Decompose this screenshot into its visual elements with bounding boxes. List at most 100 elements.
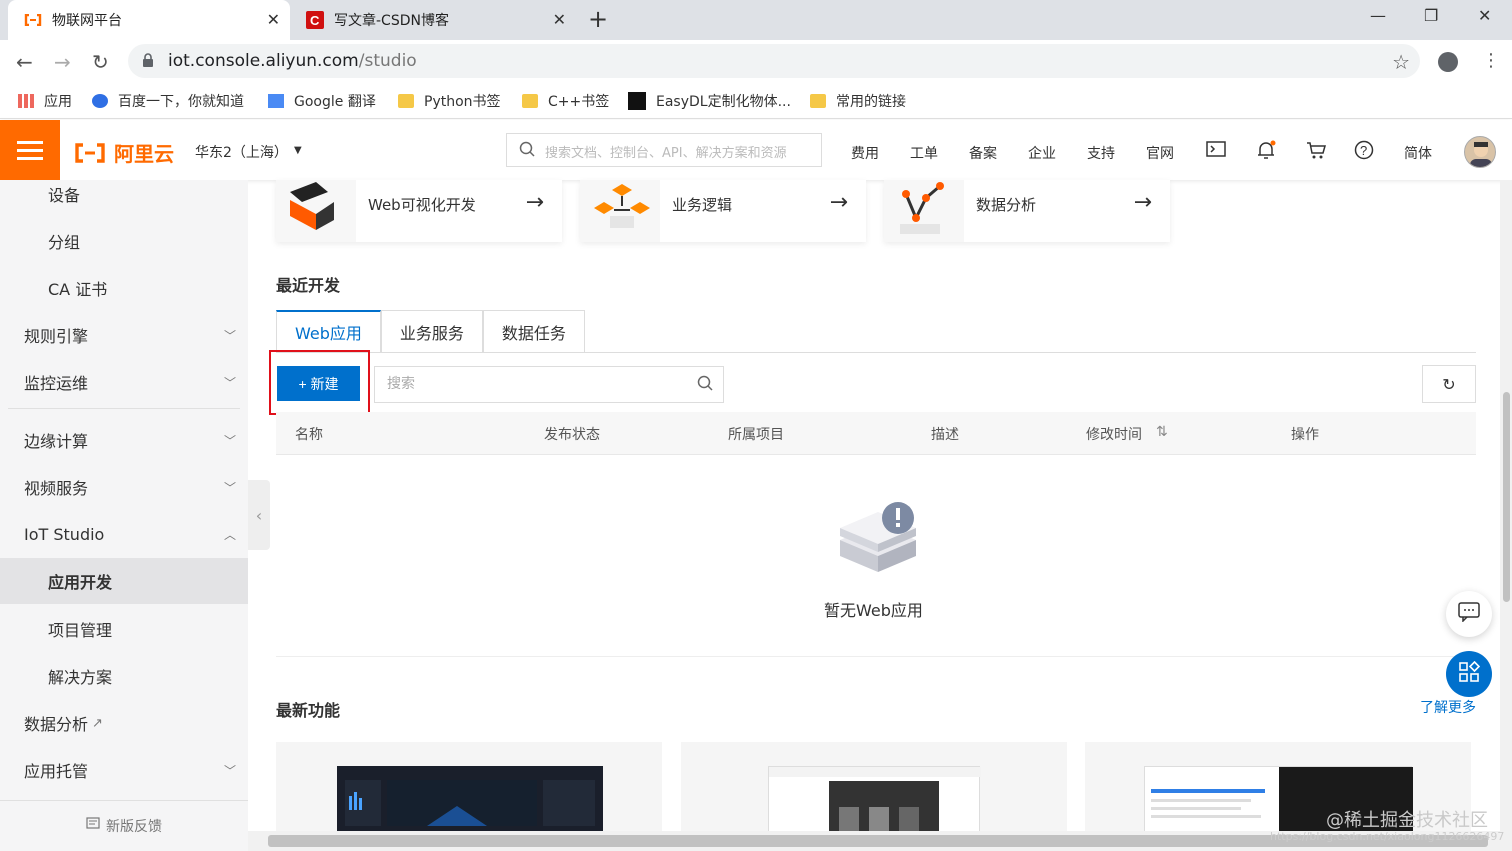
aliyun-logo-icon [75,142,105,163]
new-button[interactable]: + 新建 [277,366,360,401]
apps-fab[interactable] [1446,651,1492,697]
bookmark-star-icon[interactable]: ☆ [1392,50,1410,74]
sidebar-item-data-analysis[interactable]: 数据分析 ↗ [0,700,248,746]
sidebar-item-devices[interactable]: 设备 [0,171,248,217]
tab-data-task[interactable]: 数据任务 [482,310,585,352]
tab-title: 写文章-CSDN博客 [334,13,449,29]
search-input[interactable] [387,375,677,391]
learn-more-link[interactable]: 了解更多 [1420,697,1476,717]
sidebar-divider [8,408,240,409]
bookmark-label: 常用的链接 [836,94,906,110]
arrow-right-icon: → [525,190,544,215]
sidebar-item-projects[interactable]: 项目管理 [0,606,248,652]
avatar[interactable] [1464,136,1496,168]
sidebar-item-iot-studio[interactable]: IoT Studio ︿ [0,511,248,557]
search-icon[interactable] [697,375,713,395]
restore-icon[interactable]: ❐ [1424,6,1438,25]
sidebar-item-groups[interactable]: 分组 [0,218,248,264]
arrow-right-icon: → [1133,190,1152,215]
folder-icon [398,94,414,108]
console-search[interactable]: 搜索文档、控制台、API、解决方案和资源 [506,133,822,167]
app-search [374,366,724,403]
window-close-icon[interactable]: ✕ [1478,6,1491,25]
nav-ticket[interactable]: 工单 [910,143,938,163]
bookmark-apps[interactable]: 应用 [18,91,72,111]
vertical-scroll-thumb[interactable] [1503,392,1510,602]
minimize-icon[interactable]: — [1370,6,1386,25]
terminal-icon[interactable] [1206,140,1226,162]
editor-screenshot [768,766,981,833]
bookmark-baidu[interactable]: 百度一下，你就知道 [92,91,244,111]
bookmark-label: EasyDL定制化物体... [656,94,791,110]
bookmark-common-links[interactable]: 常用的链接 [810,91,906,111]
svg-text:C: C [310,13,320,28]
address-bar[interactable]: iot.console.aliyun.com/studio ☆ [128,44,1420,78]
aliyun-logo[interactable]: 阿里云 [74,138,174,167]
sidebar-item-solutions[interactable]: 解决方案 [0,653,248,699]
sidebar-item-label: 项目管理 [48,621,113,640]
url-path: /studio [358,51,417,71]
card-business-logic[interactable]: 业务逻辑 → [580,180,866,242]
folder-icon [810,94,826,108]
new-tab-icon[interactable]: + [588,5,608,33]
sidebar-item-app-hosting[interactable]: 应用托管 ﹀ [0,747,248,793]
sort-icon[interactable]: ⇅ [1156,424,1168,440]
browser-tab-iot[interactable]: 物联网平台 ✕ [8,0,290,40]
chevron-down-icon: ﹀ [223,328,236,343]
sidebar-item-video-service[interactable]: 视频服务 ﹀ [0,464,248,510]
bookmark-google-translate[interactable]: Google 翻译 [268,91,376,111]
sidebar-item-monitoring[interactable]: 监控运维 ﹀ [0,359,248,405]
tab-web-app[interactable]: Web应用 [276,310,381,352]
refresh-button[interactable]: ↻ [1422,365,1476,403]
baidu-paw-icon [92,94,108,108]
card-web-visual-dev[interactable]: Web可视化开发 → [276,180,562,242]
nav-enterprise[interactable]: 企业 [1028,143,1056,163]
search-placeholder: 搜索文档、控制台、API、解决方案和资源 [545,146,787,161]
bell-icon[interactable] [1256,140,1276,164]
feature-thumbnail[interactable] [681,742,1067,833]
tab-business-service[interactable]: 业务服务 [380,310,483,352]
sidebar: 设备 分组 CA 证书 规则引擎 ﹀ 监控运维 ﹀ 边缘计算 ﹀ 视频服务 ﹀ IoT … [0,180,248,851]
reload-icon[interactable]: ↻ [92,50,109,74]
feedback-button[interactable]: 新版反馈 [86,816,162,836]
nav-icp[interactable]: 备案 [969,143,997,163]
bookmark-cpp[interactable]: C++书签 [522,91,609,111]
chat-fab[interactable] [1446,591,1492,637]
sidebar-item-label: 规则引擎 [24,327,89,346]
feedback-label: 新版反馈 [106,819,162,835]
sidebar-item-edge-computing[interactable]: 边缘计算 ﹀ [0,417,248,463]
close-tab-icon[interactable]: ✕ [553,10,566,29]
region-selector[interactable]: 华东2（上海） [195,142,288,162]
card-data-analysis[interactable]: 数据分析 → [884,180,1170,242]
sidebar-item-rule-engine[interactable]: 规则引擎 ﹀ [0,312,248,358]
browser-tab-csdn[interactable]: C 写文章-CSDN博客 ✕ [296,0,576,40]
aliyun-favicon [24,11,42,29]
caret-down-icon[interactable]: ▼ [294,145,302,156]
chevron-down-icon: ﹀ [223,375,236,390]
latest-features-title: 最新功能 [276,701,341,720]
cart-icon[interactable] [1306,140,1326,164]
sidebar-collapse-handle[interactable]: ‹ [248,480,270,550]
language-switch[interactable]: 简体 [1404,143,1432,163]
back-icon[interactable]: ← [16,50,33,74]
sidebar-divider [0,800,248,801]
sidebar-item-app-dev[interactable]: 应用开发 [0,558,248,604]
column-actions: 操作 [1291,427,1319,443]
feature-thumbnail[interactable] [276,742,662,832]
tab-underline [276,352,1476,353]
browser-menu-icon[interactable]: ⋮ [1482,50,1500,71]
nav-official-site[interactable]: 官网 [1146,143,1174,163]
forward-icon[interactable]: → [54,50,71,74]
sidebar-item-label: 应用开发 [48,573,113,592]
close-tab-icon[interactable]: ✕ [267,10,280,29]
nav-support[interactable]: 支持 [1087,143,1115,163]
svg-text:?: ? [1360,143,1367,158]
bookmark-easydl[interactable]: EasyDL定制化物体... [628,91,791,111]
nav-billing[interactable]: 费用 [851,143,879,163]
column-modified-time[interactable]: 修改时间 [1086,424,1142,444]
profile-icon[interactable] [1438,52,1458,72]
ai-logo-icon [628,92,646,110]
bookmark-python[interactable]: Python书签 [398,91,501,111]
help-icon[interactable]: ? [1354,140,1374,164]
sidebar-item-ca-cert[interactable]: CA 证书 [0,265,248,311]
